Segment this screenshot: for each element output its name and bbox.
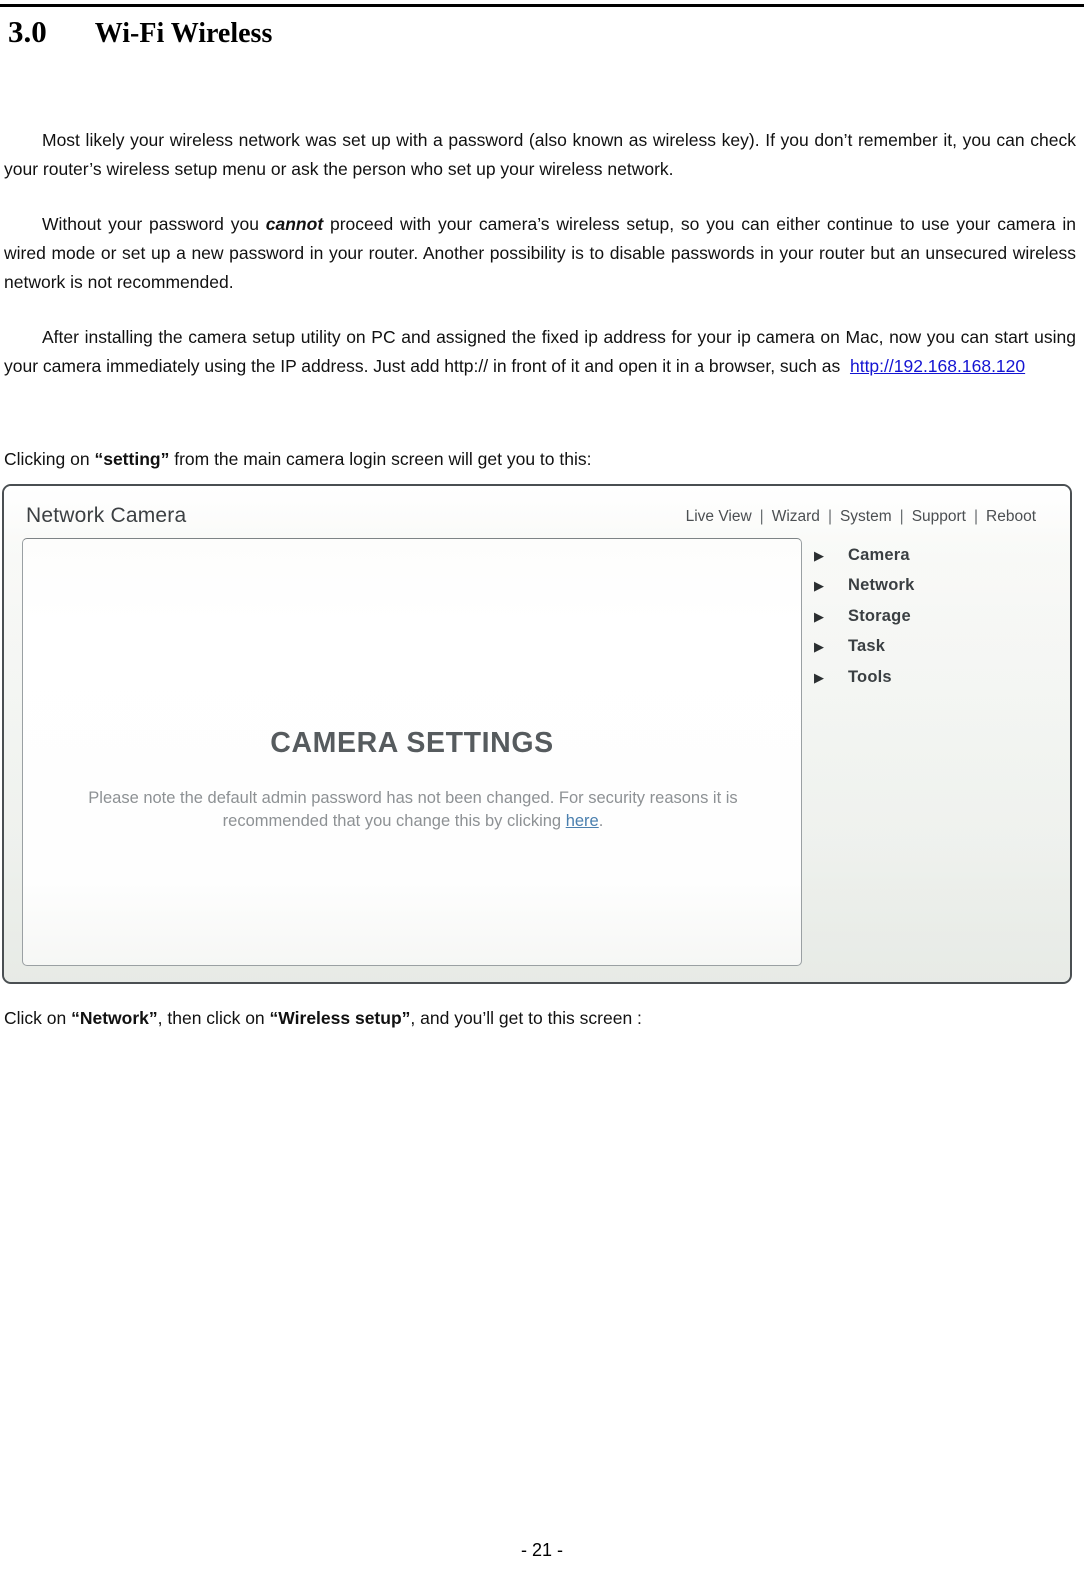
camera-settings-title: CAMERA SETTINGS xyxy=(270,727,554,759)
camera-ui-screenshot: Network Camera Live View | Wizard | System | S… xyxy=(2,484,1072,984)
sidebar-item-label: Storage xyxy=(848,606,911,625)
sidebar-item-label: Network xyxy=(848,576,915,595)
sidebar-item-label: Camera xyxy=(848,545,910,564)
nav-link-live-view[interactable]: Live View xyxy=(680,508,758,525)
section-number: 3.0 xyxy=(8,14,47,49)
sidebar-item-tools[interactable]: ▶ Tools xyxy=(814,662,1044,693)
caption-after-end: , and you’ll get to this screen : xyxy=(410,1008,642,1028)
paragraph-2: Without your password you cannot proceed… xyxy=(4,210,1076,297)
caption-after-emphasis-wireless-setup: “Wireless setup” xyxy=(269,1008,411,1028)
caption-after-emphasis-network: “Network” xyxy=(71,1008,158,1028)
caption-before-end: from the main camera login screen will g… xyxy=(169,449,592,469)
section-title: Wi-Fi Wireless xyxy=(94,18,273,49)
triangle-right-icon: ▶ xyxy=(814,669,824,685)
caption-after-screenshot: Click on “Network”, then click on “Wirel… xyxy=(4,1004,1076,1033)
sidebar-item-storage[interactable]: ▶ Storage xyxy=(814,601,1044,632)
nav-separator: | xyxy=(827,508,832,525)
nav-separator: | xyxy=(899,508,904,525)
paragraph-1: Most likely your wireless network was se… xyxy=(4,130,1076,179)
paragraph-2-text-start: Without your password you xyxy=(42,214,266,234)
page-number: - 21 - xyxy=(520,1540,563,1560)
body-text-block: Most likely your wireless network was se… xyxy=(0,126,1084,474)
nav-separator: | xyxy=(973,508,979,525)
caption-after-middle: , then click on xyxy=(157,1008,270,1028)
camera-ip-link[interactable]: http://192.168.168.120 xyxy=(850,356,1025,376)
caption-before-screenshot: Clicking on “setting” from the main came… xyxy=(4,445,1076,474)
camera-settings-note: Please note the default admin password h… xyxy=(63,787,763,833)
triangle-right-icon: ▶ xyxy=(814,547,824,563)
note-text-start: Please note the default admin password h… xyxy=(88,789,738,830)
sidebar-item-label: Task xyxy=(848,637,886,656)
caption-before-start: Clicking on xyxy=(4,449,95,469)
change-password-here-link[interactable]: here xyxy=(566,812,599,830)
caption-after-start: Click on xyxy=(4,1008,72,1028)
sidebar-item-label: Tools xyxy=(848,667,892,686)
sidebar-item-task[interactable]: ▶ Task xyxy=(814,632,1044,663)
camera-ui-brand: Network Camera xyxy=(26,504,187,527)
camera-ui-header: Network Camera Live View | Wizard | System | S… xyxy=(4,498,1070,536)
document-page: 3.0 Wi-Fi Wireless Most likely your wire… xyxy=(0,0,1084,1591)
triangle-right-icon: ▶ xyxy=(814,639,824,655)
caption-before-emphasis: “setting” xyxy=(94,449,170,469)
page-content: 3.0 Wi-Fi Wireless Most likely your wire… xyxy=(0,0,1084,1033)
body-text-block-after: Click on “Network”, then click on “Wirel… xyxy=(0,1004,1084,1033)
paragraph-3: After installing the camera setup utilit… xyxy=(4,323,1076,381)
nav-link-reboot[interactable]: Reboot xyxy=(980,508,1042,525)
nav-link-support[interactable]: Support xyxy=(906,508,972,525)
sidebar-item-camera[interactable]: ▶ Camera xyxy=(814,540,1044,571)
nav-link-wizard[interactable]: Wizard xyxy=(766,508,826,525)
note-text-end: . xyxy=(598,812,604,830)
triangle-right-icon: ▶ xyxy=(814,608,824,624)
paragraph-2-emphasis: cannot xyxy=(265,214,324,234)
triangle-right-icon: ▶ xyxy=(814,578,824,594)
nav-separator: | xyxy=(759,508,764,525)
camera-ui-nav: Live View | Wizard | System | Support | Reboot xyxy=(680,508,1042,526)
camera-settings-panel: CAMERA SETTINGS Please note the default … xyxy=(22,538,802,966)
nav-link-system[interactable]: System xyxy=(834,508,898,525)
camera-ui-screenshot-wrapper: Network Camera Live View | Wizard | System | S… xyxy=(2,484,1072,984)
sidebar-item-network[interactable]: ▶ Network xyxy=(814,571,1044,602)
camera-ui-sidebar-menu: ▶ Camera ▶ Network ▶ Storage ▶ Task ▶ To… xyxy=(814,540,1044,693)
section-heading: 3.0 Wi-Fi Wireless xyxy=(0,0,1084,50)
